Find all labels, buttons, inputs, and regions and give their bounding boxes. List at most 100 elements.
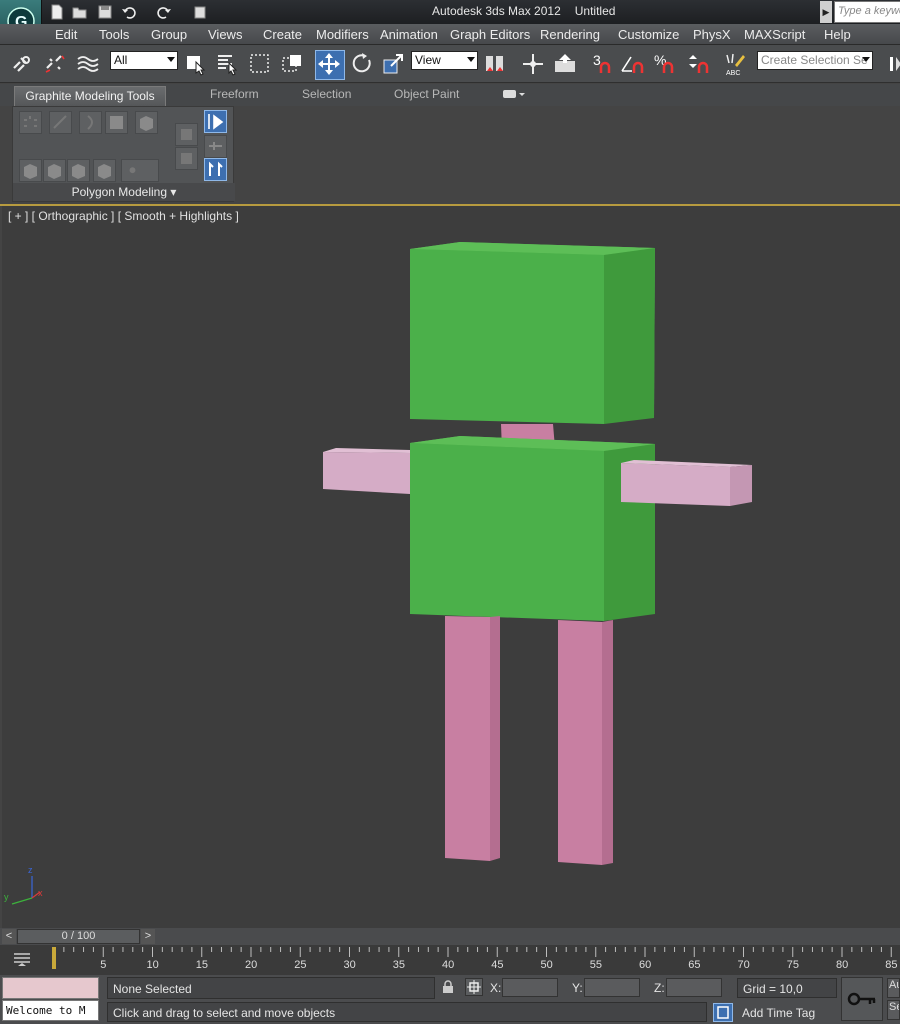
add-time-tag-button[interactable]: Add Time Tag [737,1003,837,1022]
keyboard-shortcut-override-icon[interactable] [552,51,578,77]
collapse-stack-icon[interactable] [204,135,227,158]
open-file-icon[interactable] [71,3,89,21]
selected-key-filter-dropdown[interactable]: Se [887,1000,900,1020]
project-folder-icon[interactable] [192,3,210,21]
save-file-icon[interactable] [96,3,114,21]
absolute-mode-transform-icon[interactable] [465,978,483,996]
time-tag-icon[interactable] [713,1003,733,1022]
tab-object-paint[interactable]: Object Paint [394,87,459,101]
menu-maxscript[interactable]: MAXScript [744,27,805,42]
next-modifier-icon[interactable] [43,159,66,182]
grid-size-readout: Grid = 10,0 [737,978,837,998]
ribbon-options-icon[interactable] [503,88,525,103]
mirror-icon[interactable] [882,51,900,77]
next-frame-button[interactable]: > [141,929,155,944]
y-coord-input[interactable] [584,978,640,997]
select-by-name-icon[interactable] [215,51,241,77]
left-arm-box[interactable] [323,448,410,494]
menu-rendering[interactable]: Rendering [540,27,600,42]
svg-text:3: 3 [593,52,601,68]
perspective-viewport[interactable]: z y x [ + ] [ Orthographic ] [ Smooth + … [2,206,900,928]
left-leg-box[interactable] [445,616,500,861]
select-and-scale-icon[interactable] [381,51,407,77]
x-coord-label: X: [490,981,502,995]
ignore-backfacing-icon[interactable] [93,159,116,182]
right-leg-box[interactable] [558,620,613,865]
redo-icon[interactable] [155,3,173,21]
menu-edit[interactable]: Edit [55,27,77,42]
polygon-modeling-panel-label[interactable]: Polygon Modeling ▾ [13,183,235,201]
axis-tripod: z y x [4,865,43,905]
menu-group[interactable]: Group [151,27,187,42]
menu-customize[interactable]: Customize [618,27,679,42]
unlink-selection-icon[interactable] [42,51,68,77]
window-crossing-icon[interactable] [279,51,305,77]
menu-bar: Edit Tools Group Views Create Modifiers … [0,24,900,45]
spinner-snap-toggle-icon[interactable] [686,51,712,77]
maxscript-mini-listener-swatch[interactable] [2,977,99,999]
bind-to-space-warp-icon[interactable] [75,51,101,77]
select-object-icon[interactable] [183,51,209,77]
use-pivot-center-icon[interactable] [482,51,508,77]
select-and-manipulate-icon[interactable] [520,51,546,77]
edge-mode-icon[interactable] [49,111,72,134]
auto-key-button[interactable]: Au [887,978,900,998]
select-and-rotate-icon[interactable] [349,51,375,77]
tab-selection[interactable]: Selection [302,87,351,101]
maxscript-listener-input[interactable]: Welcome to M [2,1000,99,1021]
toggle-command-panel-icon[interactable] [204,158,227,181]
menu-physx[interactable]: PhysX [693,27,731,42]
menu-tools[interactable]: Tools [99,27,129,42]
track-bar[interactable]: 5 10 15 20 25 30 35 40 45 50 55 60 65 70 75 80 85 [0,945,900,975]
open-mini-curve-editor-icon[interactable] [6,950,38,970]
show-cage-icon[interactable] [67,159,90,182]
vertex-mode-icon[interactable] [19,111,42,134]
torso-box[interactable] [410,436,655,621]
previous-modifier-icon[interactable] [19,159,42,182]
tab-graphite-modeling-tools[interactable]: Graphite Modeling Tools [14,86,166,106]
modify-mode-icon[interactable] [175,123,198,146]
menu-views[interactable]: Views [208,27,242,42]
menu-modifiers[interactable]: Modifiers [316,27,369,42]
selection-lock-icon[interactable] [441,980,455,994]
show-end-result-icon[interactable] [204,110,227,133]
undo-icon[interactable] [120,3,138,21]
status-bar: Welcome to M None Selected Click and dra… [0,975,900,1024]
z-coord-input[interactable] [666,978,722,997]
angle-snap-toggle-icon[interactable] [620,51,646,77]
reference-coordinate-dropdown[interactable]: View [411,51,478,70]
tab-freeform[interactable]: Freeform [210,87,259,101]
new-file-icon[interactable] [48,3,66,21]
snaps-toggle-icon[interactable]: 3 [591,51,617,77]
named-selection-set-dropdown[interactable]: Create Selection Se [757,51,873,70]
set-key-icon[interactable] [841,977,883,1021]
polygon-mode-icon[interactable] [105,111,128,134]
menu-graph-editors[interactable]: Graph Editors [450,27,530,42]
frame-tick-label: 10 [146,959,159,971]
menu-create[interactable]: Create [263,27,302,42]
viewport-label[interactable]: [ + ] [ Orthographic ] [ Smooth + Highli… [8,209,239,223]
select-and-link-icon[interactable] [9,51,35,77]
frame-tick-label: 85 [885,959,898,971]
percent-snap-toggle-icon[interactable]: % [652,51,678,77]
head-box[interactable] [410,242,655,424]
frame-tick-label: 35 [392,959,405,971]
menu-animation[interactable]: Animation [380,27,438,42]
current-frame-marker [52,947,56,969]
time-slider-thumb[interactable]: 0 / 100 [17,929,140,944]
right-arm-box[interactable] [621,460,752,506]
search-expand-arrow[interactable]: ▶ [820,1,832,23]
selection-filter-dropdown[interactable]: All [110,51,178,70]
edit-named-selection-sets-icon[interactable]: ABC [723,51,749,77]
select-and-move-icon[interactable] [315,50,345,80]
frame-tick-label: 5 [100,959,107,971]
border-mode-icon[interactable] [79,111,102,134]
x-coord-input[interactable] [502,978,558,997]
rectangular-selection-region-icon[interactable] [247,51,273,77]
menu-help[interactable]: Help [824,27,851,42]
preserve-uvs-icon[interactable] [175,147,198,170]
previous-frame-button[interactable]: < [2,929,16,944]
use-soft-selection-icon[interactable] [121,159,159,182]
keyword-search-input[interactable]: Type a keyword [834,1,900,23]
element-mode-icon[interactable] [135,111,158,134]
